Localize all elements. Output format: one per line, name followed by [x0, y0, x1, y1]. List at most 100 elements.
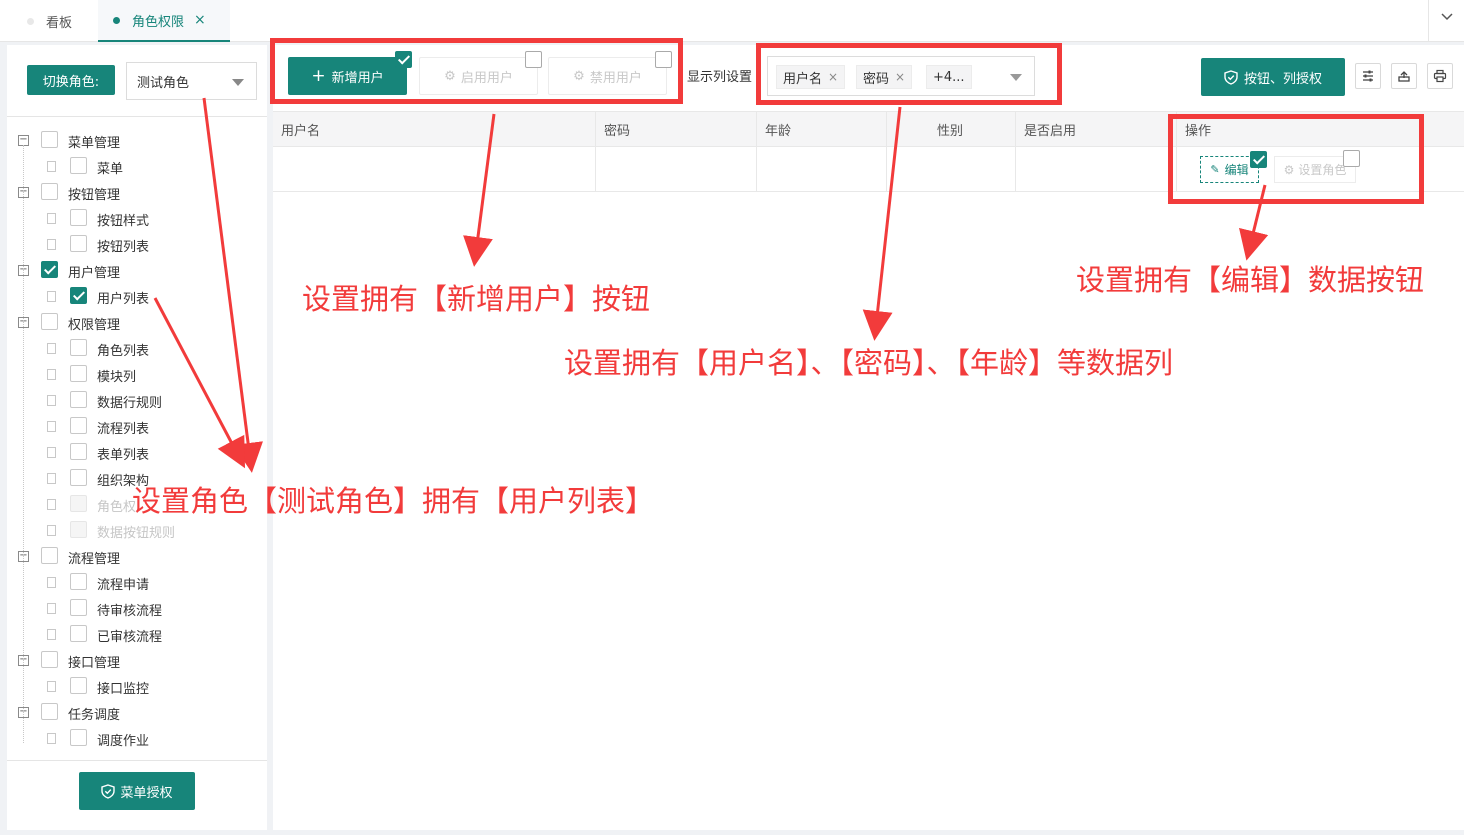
tab-dashboard[interactable]: 看板 [27, 0, 97, 42]
tree-checkbox[interactable] [70, 495, 87, 512]
divider [7, 760, 267, 761]
tree-label: 接口管理 [68, 656, 121, 671]
tab-bar: 看板 角色权限 × [0, 0, 1464, 42]
tree-checkbox[interactable] [70, 339, 87, 356]
chevron-down-icon[interactable] [1440, 10, 1454, 24]
tree-item-row[interactable]: 数据按钮规则 [7, 517, 267, 543]
tree-item-row[interactable]: 表单列表 [7, 439, 267, 465]
file-icon [47, 343, 56, 354]
switch-role-label: 切换角色: [27, 65, 115, 95]
annotation-add-user: 设置拥有【新增用户】按钮 [302, 282, 651, 316]
file-icon [47, 525, 56, 536]
tab-role-permission[interactable]: 角色权限 × [98, 0, 230, 42]
tree-checkbox[interactable] [70, 729, 87, 746]
tree-label: 接口监控 [97, 682, 150, 697]
tree-checkbox[interactable] [70, 287, 87, 304]
tree-group-row[interactable]: − 权限管理 [7, 309, 267, 335]
tree-checkbox[interactable] [41, 131, 58, 148]
annotation-columns: 设置拥有【用户名】、【密码】、【年龄】等数据列 [564, 346, 1174, 380]
tree-group-row[interactable]: − 按钮管理 [7, 179, 267, 205]
tree-item-row[interactable]: 按钮列表 [7, 231, 267, 257]
button-column-auth-button[interactable]: 按钮、列授权 [1201, 58, 1345, 96]
printer-icon [1433, 69, 1447, 83]
tree-checkbox[interactable] [70, 443, 87, 460]
file-icon [47, 473, 56, 484]
tree-checkbox[interactable] [41, 183, 58, 200]
menu-auth-button[interactable]: 菜单授权 [79, 772, 195, 810]
tree-checkbox[interactable] [41, 703, 58, 720]
tree-checkbox[interactable] [41, 313, 58, 330]
tree-label: 待审核流程 [97, 604, 163, 619]
export-icon [1398, 71, 1410, 82]
filter-settings-button[interactable] [1355, 63, 1381, 89]
export-button[interactable] [1391, 63, 1417, 89]
tree-group-row[interactable]: − 用户管理 [7, 257, 267, 283]
file-icon [47, 239, 56, 250]
col-header-gender[interactable]: 性别 [887, 112, 1016, 147]
tree-guide-line [23, 145, 24, 743]
tree-item-row[interactable]: 数据行规则 [7, 387, 267, 413]
tree-checkbox[interactable] [70, 521, 87, 538]
tree-checkbox[interactable] [70, 625, 87, 642]
tree-group-row[interactable]: − 接口管理 [7, 647, 267, 673]
tree-group-row[interactable]: − 流程管理 [7, 543, 267, 569]
tree-label: 用户列表 [97, 292, 150, 307]
close-icon[interactable]: × [194, 12, 206, 28]
tree-checkbox[interactable] [70, 209, 87, 226]
tree-item-row[interactable]: 待审核流程 [7, 595, 267, 621]
tree-label: 权限管理 [68, 318, 121, 333]
tree-checkbox[interactable] [70, 599, 87, 616]
tree-group-row[interactable]: − 菜单管理 [7, 127, 267, 153]
col-header-enabled[interactable]: 是否启用 [1016, 112, 1177, 147]
tree-item-row[interactable]: 模块列 [7, 361, 267, 387]
tree-checkbox[interactable] [41, 547, 58, 564]
tab-dot-icon [113, 16, 120, 24]
col-header-password[interactable]: 密码 [596, 112, 757, 147]
file-icon [47, 603, 56, 614]
tab-label: 角色权限 [132, 14, 185, 30]
tab-dot-icon [27, 17, 34, 25]
table-cell [273, 147, 596, 191]
tree-checkbox[interactable] [70, 391, 87, 408]
tree-checkbox[interactable] [70, 157, 87, 174]
tree-label: 用户管理 [68, 266, 121, 281]
tree-checkbox[interactable] [70, 573, 87, 590]
tree-label: 按钮管理 [68, 188, 121, 203]
table-cell [757, 147, 887, 191]
col-header-username[interactable]: 用户名 [273, 112, 596, 147]
shield-check-icon [101, 783, 116, 799]
tree-checkbox[interactable] [70, 417, 87, 434]
tree-label: 任务调度 [68, 708, 121, 723]
tree-item-row[interactable]: 流程列表 [7, 413, 267, 439]
tree-item-row[interactable]: 按钮样式 [7, 205, 267, 231]
file-icon [47, 213, 56, 224]
tree-item-row[interactable]: 角色列表 [7, 335, 267, 361]
column-setting-label: 显示列设置 [687, 70, 753, 85]
tree-item-row[interactable]: 接口监控 [7, 673, 267, 699]
tree-checkbox[interactable] [70, 469, 87, 486]
divider [7, 116, 267, 117]
role-select-value: 测试角色 [137, 75, 190, 91]
tree-item-row[interactable]: 已审核流程 [7, 621, 267, 647]
tree-checkbox[interactable] [70, 365, 87, 382]
tree-item-row[interactable]: 用户列表 [7, 283, 267, 309]
tree-item-row[interactable]: 流程申请 [7, 569, 267, 595]
tree-checkbox[interactable] [41, 651, 58, 668]
tree-checkbox[interactable] [41, 261, 58, 278]
file-icon [47, 395, 56, 406]
print-button[interactable] [1427, 63, 1453, 89]
tree-item-row[interactable]: 调度作业 [7, 725, 267, 751]
tree-label: 按钮样式 [97, 214, 150, 229]
col-header-age[interactable]: 年龄 [757, 112, 887, 147]
table-cell [596, 147, 757, 191]
role-select[interactable]: 测试角色 [126, 62, 257, 100]
tree-label: 表单列表 [97, 448, 150, 463]
tree-group-row[interactable]: − 任务调度 [7, 699, 267, 725]
shield-check-icon [1224, 69, 1238, 85]
tree-item-row[interactable]: 菜单 [7, 153, 267, 179]
tree-checkbox[interactable] [70, 677, 87, 694]
tree-checkbox[interactable] [70, 235, 87, 252]
tree-label: 流程管理 [68, 552, 121, 567]
tree-label: 角色权 [97, 500, 137, 515]
tree-label: 按钮列表 [97, 240, 150, 255]
